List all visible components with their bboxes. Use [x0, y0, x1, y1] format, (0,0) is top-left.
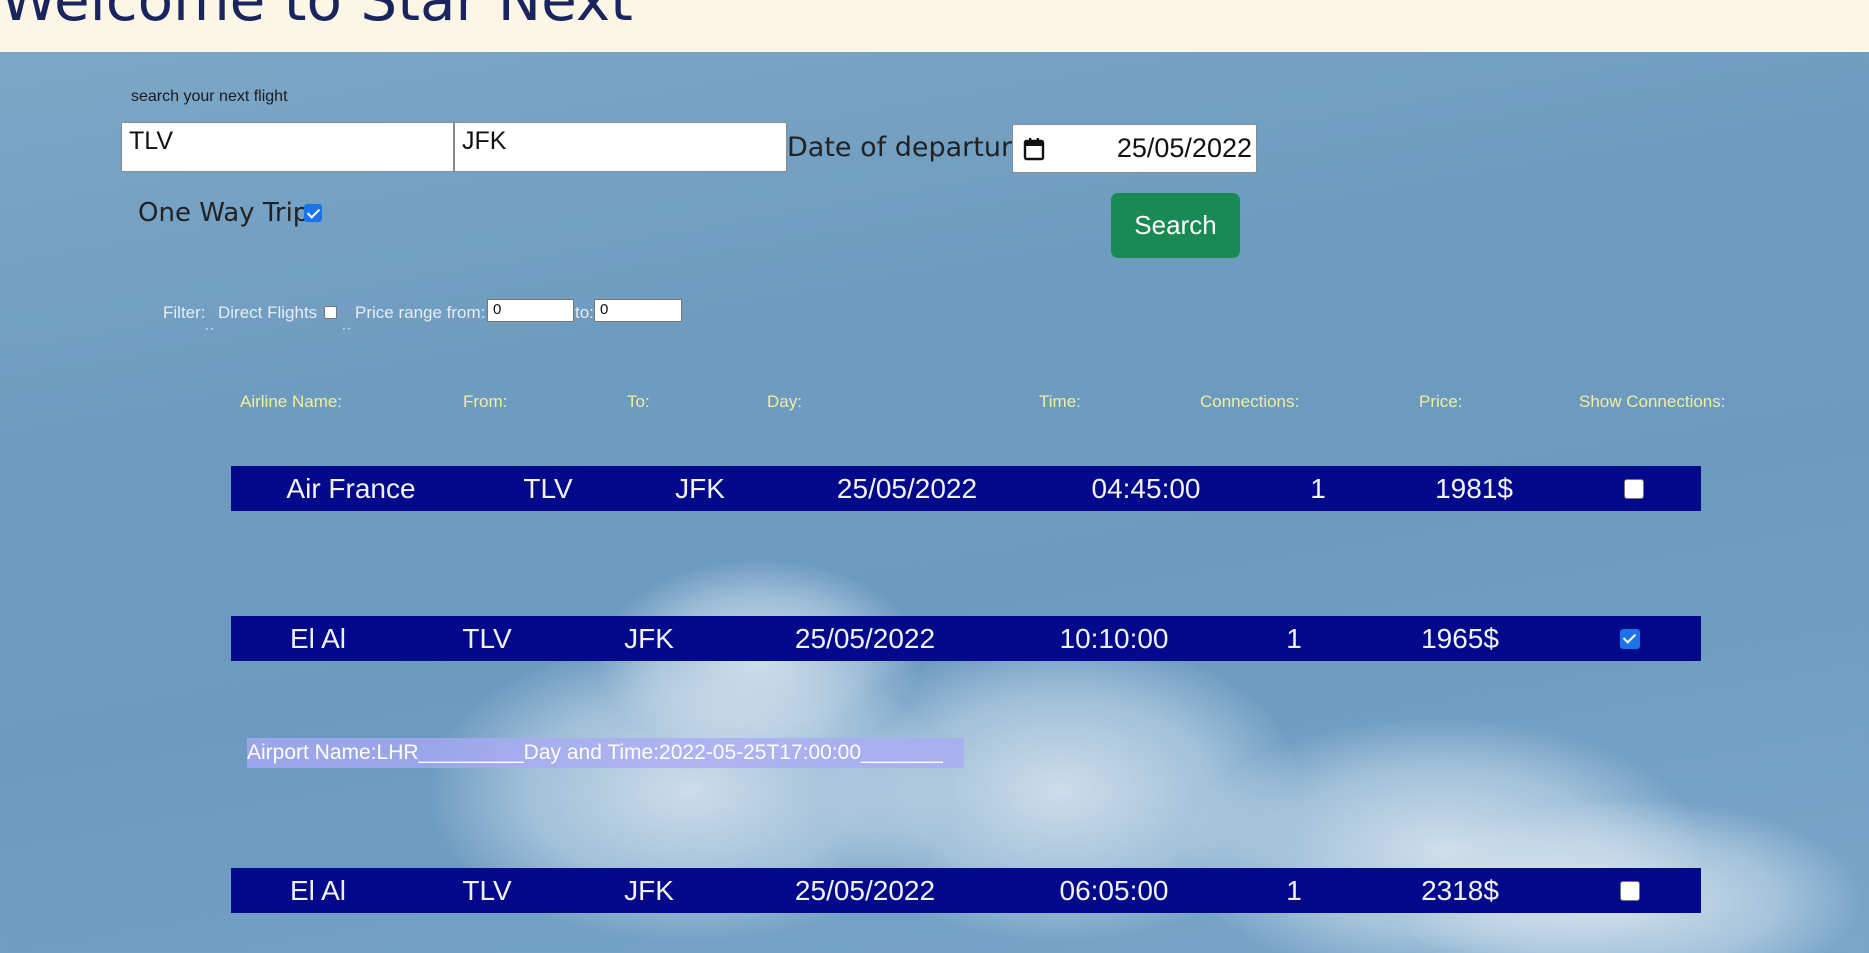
search-label: search your next flight: [131, 88, 288, 105]
column-header-airline: Airline Name:: [240, 392, 343, 411]
flight-time: 04:45:00: [1091, 473, 1201, 504]
flight-connections: 1: [1310, 473, 1326, 504]
flight-time: 10:10:00: [1059, 623, 1169, 654]
filter-label: Filter:: [163, 303, 206, 322]
flight-connections: 1: [1286, 623, 1302, 654]
connection-details: Airport Name:LHR_________Day and Time:20…: [247, 738, 964, 768]
column-header-connections: Connections:: [1200, 392, 1300, 411]
background-cloud: [1180, 720, 1700, 953]
airline-name: Air France: [286, 473, 416, 504]
flight-day: 25/05/2022: [836, 473, 978, 504]
column-header-day: Day:: [767, 392, 802, 411]
flight-from: TLV: [462, 623, 512, 654]
price-to-input[interactable]: 0: [594, 299, 682, 322]
flight-price: 1981$: [1435, 473, 1513, 504]
flight-from: TLV: [523, 473, 573, 504]
direct-flights-checkbox[interactable]: [324, 306, 337, 319]
column-header-to: To:: [627, 392, 650, 411]
search-button[interactable]: Search: [1111, 193, 1240, 258]
flight-to: JFK: [675, 473, 725, 504]
flight-connections: 1: [1286, 875, 1302, 906]
flight-row: Air France TLV JFK 25/05/2022 04:45:00 1…: [231, 466, 1701, 511]
filter-dots: ··: [205, 322, 215, 336]
flight-to: JFK: [624, 875, 674, 906]
flight-day: 25/05/2022: [794, 623, 936, 654]
flight-to: JFK: [624, 623, 674, 654]
column-header-time: Time:: [1039, 392, 1081, 411]
destination-input[interactable]: JFK: [454, 122, 787, 172]
filter-dots: ··: [342, 322, 352, 336]
show-connections-checkbox[interactable]: [1620, 629, 1640, 649]
price-range-to-label: to:: [575, 303, 594, 322]
flight-from: TLV: [462, 875, 512, 906]
show-connections-checkbox[interactable]: [1624, 479, 1644, 499]
date-of-departure-label: Date of departure: [787, 132, 1029, 163]
departure-date-value: 25/05/2022: [1116, 133, 1252, 163]
departure-date-input[interactable]: 25/05/2022: [1012, 124, 1257, 173]
calendar-icon[interactable]: [1023, 137, 1045, 161]
column-header-price: Price:: [1419, 392, 1463, 411]
flight-row: El Al TLV JFK 25/05/2022 10:10:00 1 1965…: [231, 616, 1701, 661]
show-connections-checkbox[interactable]: [1620, 881, 1640, 901]
flight-day: 25/05/2022: [794, 875, 936, 906]
direct-flights-label: Direct Flights: [218, 303, 318, 322]
flight-price: 2318$: [1421, 875, 1499, 906]
flight-row: El Al TLV JFK 25/05/2022 06:05:00 1 2318…: [231, 868, 1701, 913]
origin-input[interactable]: TLV: [121, 122, 454, 172]
column-header-from: From:: [463, 392, 508, 411]
page-header: Welcome to Star Next: [0, 0, 1869, 52]
price-from-input[interactable]: 0: [487, 299, 574, 322]
airline-name: El Al: [289, 875, 347, 906]
flight-price: 1965$: [1421, 623, 1499, 654]
page-title: Welcome to Star Next: [0, 0, 633, 34]
one-way-trip-label: One Way Trip: [138, 198, 310, 228]
airline-name: El Al: [289, 623, 347, 654]
price-range-from-label: Price range from:: [355, 303, 486, 322]
column-header-show-connections: Show Connections:: [1579, 392, 1726, 411]
one-way-trip-checkbox[interactable]: [304, 204, 322, 222]
flight-time: 06:05:00: [1059, 875, 1169, 906]
